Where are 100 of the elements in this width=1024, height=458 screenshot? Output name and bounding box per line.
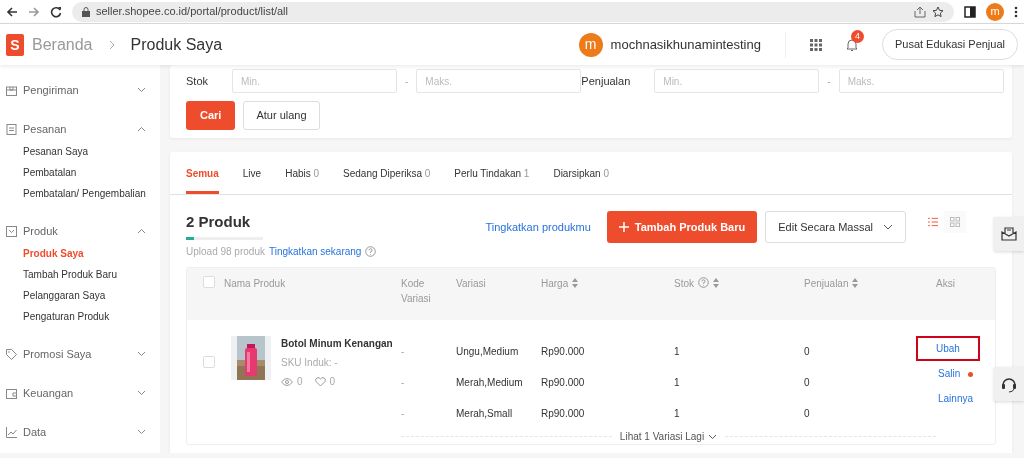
sort-icon[interactable] [572, 278, 579, 288]
product-name[interactable]: Botol Minum Kenangan [281, 336, 393, 351]
heart-icon [314, 376, 326, 387]
page-title: Produk Saya [130, 34, 223, 55]
lock-icon [82, 6, 90, 17]
sidebar-item[interactable]: Pelanggaran Saya [0, 285, 160, 306]
headset-icon [1000, 375, 1018, 393]
grid-view-icon [950, 216, 960, 227]
table-cell-text: 0 [804, 407, 811, 421]
table-cell-text: Rp90.000 [541, 345, 586, 359]
action-link[interactable]: Salin [936, 361, 963, 386]
table-cell-text: 0 [804, 345, 811, 359]
search-button[interactable]: Cari [186, 101, 236, 130]
sidebar-item[interactable]: Pesanan Saya [0, 141, 160, 162]
side-panel-icon[interactable] [964, 5, 976, 18]
chat-button[interactable] [994, 217, 1024, 251]
tab[interactable]: Habis 0 [285, 151, 320, 194]
action-link[interactable]: Lainnya [936, 386, 976, 411]
reset-button[interactable]: Atur ulang [243, 101, 320, 130]
sidebar-item[interactable]: Pengaturan Produk [0, 306, 160, 327]
bell-icon[interactable] [845, 38, 858, 53]
min-field[interactable]: Min. [232, 69, 397, 93]
bulk-edit-dropdown[interactable]: Edit Secara Massal [765, 210, 906, 243]
tab[interactable]: Perlu Tindakan 1 [454, 151, 530, 194]
column-header: Nama Produk [224, 277, 286, 291]
max-field[interactable]: Maks. [416, 69, 582, 93]
share-icon[interactable] [914, 5, 926, 18]
row-checkbox[interactable] [203, 356, 215, 368]
table-cell-text: Rp90.000 [541, 407, 586, 421]
sidebar-section[interactable]: Keuangan [0, 381, 160, 405]
clipboard-icon [6, 123, 17, 135]
field-label: Penjualan [581, 73, 631, 89]
view-count: 0 [297, 375, 303, 389]
section-label: Keuangan [23, 385, 75, 401]
column-header: Variasi [456, 277, 486, 291]
sort-icon[interactable] [852, 278, 859, 288]
add-product-button[interactable]: Tambah Produk Baru [606, 210, 758, 243]
table-cell-text: 0 [804, 376, 811, 390]
section-label: Pengiriman [23, 82, 80, 98]
support-button[interactable] [994, 367, 1024, 401]
back-icon[interactable] [6, 5, 18, 18]
upgrade-product-link[interactable]: Tingkatkan produkmu [485, 218, 591, 235]
forward-icon[interactable] [28, 5, 40, 18]
table-cell-text: - [401, 345, 406, 359]
sidebar-item[interactable]: Pembatalan/ Pengembalian [0, 183, 160, 204]
action-link[interactable]: Ubah [916, 336, 980, 361]
address-bar[interactable]: seller.shopee.co.id/portal/product/list/all [72, 1, 954, 22]
username[interactable]: mochnasikhunamintesting [610, 34, 761, 55]
table-cell-text: 1 [674, 407, 681, 421]
sidebar-item[interactable]: Tambah Produk Baru [0, 264, 160, 285]
mail-icon [1001, 227, 1017, 241]
min-field[interactable]: Min. [654, 69, 820, 93]
table-cell-text: Merah,Medium [456, 376, 524, 390]
sidebar-section[interactable]: Produk [0, 219, 160, 243]
select-all-checkbox[interactable] [203, 276, 215, 288]
sort-icon[interactable] [713, 278, 719, 288]
sidebar-section[interactable]: Promosi Saya [0, 342, 160, 366]
range-separator: - [827, 74, 831, 89]
show-more-link[interactable]: Lihat 1 Variasi Lagi [619, 429, 718, 444]
wallet-icon [6, 387, 17, 399]
tab[interactable]: Diarsipkan 0 [553, 151, 609, 194]
sidebar-section[interactable]: Data [0, 420, 160, 444]
list-view-icon [928, 216, 938, 227]
notification-badge: 4 [850, 30, 864, 44]
url-text: seller.shopee.co.id/portal/product/list/all [96, 4, 288, 20]
table-cell-text: Merah,Small [456, 407, 514, 421]
section-label: Data [23, 424, 48, 440]
tag-icon [6, 348, 17, 360]
section-label: Promosi Saya [23, 346, 93, 362]
menu-icon[interactable] [1014, 5, 1018, 18]
table-cell-text: 1 [674, 345, 681, 359]
tab[interactable]: Semua [186, 151, 219, 194]
max-field[interactable]: Maks. [838, 69, 1004, 93]
sku-text: SKU Induk: - [281, 356, 339, 370]
table-cell-text: 1 [674, 376, 681, 390]
upgrade-link[interactable]: Tingkatkan sekarang [268, 244, 362, 259]
tab[interactable]: Sedang Diperiksa 0 [343, 151, 431, 194]
education-center-button[interactable]: Pusat Edukasi Penjual [881, 29, 1018, 60]
sidebar-item[interactable]: Pembatalan [0, 162, 160, 183]
table-cell-text: Ungu,Medium [456, 345, 520, 359]
logo[interactable]: S [6, 33, 24, 56]
section-label: Pesanan [23, 121, 68, 137]
plus-icon [618, 221, 629, 232]
reload-icon[interactable] [50, 5, 62, 18]
sidebar-item[interactable]: Produk Saya [0, 243, 160, 264]
tab[interactable]: Live [242, 151, 262, 194]
chevron-down-icon [708, 433, 718, 440]
apps-grid-icon[interactable] [809, 38, 822, 51]
column-header: Kode Variasi [401, 277, 432, 306]
box-icon [6, 84, 17, 96]
product-count: 2 Produk [186, 211, 252, 232]
eye-icon [281, 377, 293, 386]
star-icon[interactable] [932, 5, 944, 18]
sidebar-section[interactable]: Pengiriman [0, 78, 160, 102]
product-box-icon [6, 225, 17, 237]
table-cell-text: - [401, 376, 406, 390]
table-cell-text: Rp90.000 [541, 376, 586, 390]
sidebar-section[interactable]: Pesanan [0, 117, 160, 141]
view-toggle[interactable] [944, 210, 966, 233]
like-count: 0 [329, 375, 336, 389]
